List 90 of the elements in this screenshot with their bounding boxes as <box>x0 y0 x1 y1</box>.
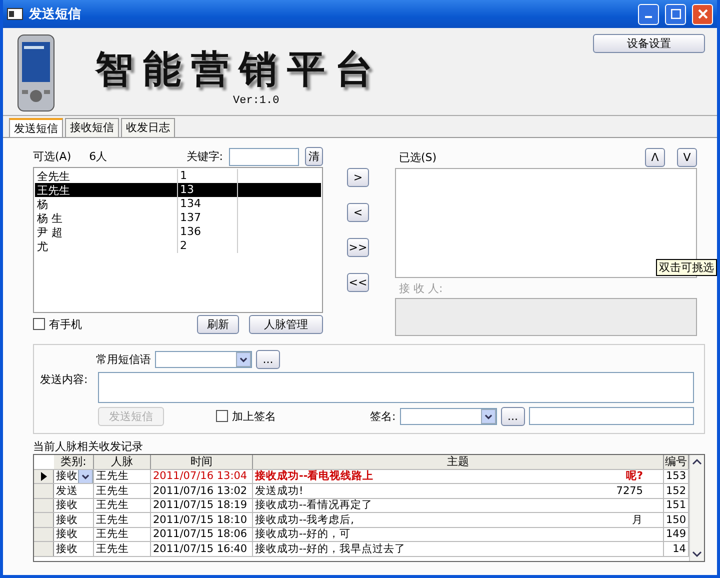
contact-phone: 13 <box>178 183 238 198</box>
contact-row[interactable]: 杨 134 <box>35 197 321 212</box>
phrase-label: 常用短信语 <box>96 352 151 366</box>
contact-name: 杨 <box>35 197 178 212</box>
contact-phone: 134 <box>178 197 238 212</box>
tooltip: 双击可挑选 <box>656 259 717 276</box>
contact-name: 王先生 <box>35 183 178 198</box>
move-button[interactable]: >> <box>347 238 369 257</box>
content-field[interactable] <box>98 372 694 403</box>
contact-name: 尤 <box>35 239 178 254</box>
subject-cell: 接收成功--我考虑后, 月 <box>253 513 664 526</box>
row-pointer-icon <box>40 472 46 481</box>
subject-cell: 接收成功--看情况再定了 <box>253 498 664 512</box>
phone-icon <box>17 34 55 112</box>
window-title: 发送短信 <box>29 6 82 23</box>
close-icon <box>698 9 708 19</box>
browse-button[interactable]: ... <box>256 350 280 368</box>
signature-check-label: 加上签名 <box>232 408 276 424</box>
time-cell: 2011/07/15 16:40 <box>151 542 253 556</box>
type-cell: 接收 <box>54 470 94 483</box>
move-button[interactable]: > <box>347 168 369 187</box>
row-header[interactable] <box>34 470 54 483</box>
available-label: 可选(A) <box>33 149 72 164</box>
minimize-button[interactable] <box>638 4 659 24</box>
subject-cell: 接收成功--好的，我早点过去了 <box>253 542 664 556</box>
column-header: 编号 <box>664 455 689 469</box>
clear-button[interactable]: 清 <box>305 147 323 166</box>
time-cell: 2011/07/15 18:10 <box>151 513 253 526</box>
signature-field[interactable] <box>528 407 694 425</box>
content-label: 发送内容: <box>40 372 89 388</box>
contact-name: 杨 生 <box>35 211 178 226</box>
contact-name: 尹 超 <box>35 225 178 240</box>
contact-phone: 2 <box>178 239 238 254</box>
contact-cell: 王先生 <box>94 528 151 541</box>
time-cell: 2011/07/16 13:02 <box>151 484 253 498</box>
keyword-label: 关键字: <box>186 149 223 164</box>
has-phone-label: 有手机 <box>49 316 82 332</box>
scrollbar[interactable] <box>689 455 704 561</box>
move-button[interactable]: << <box>347 273 369 292</box>
count-label: 6人 <box>89 149 108 164</box>
column-header: 类别: <box>54 455 94 469</box>
contact-cell: 王先生 <box>94 542 151 556</box>
version-label: Ver:1.0 <box>233 95 280 107</box>
app-logo: 智能营销平台 <box>95 45 383 93</box>
tab[interactable]: 接收短信 <box>65 118 119 137</box>
signature-browse-button[interactable]: ... <box>500 406 525 426</box>
type-cell: 接收 <box>54 513 94 526</box>
contact-phone: 136 <box>178 225 238 240</box>
tab[interactable]: 收发日志 <box>121 118 175 137</box>
log-title: 当前人脉相关收发记录 <box>33 438 143 454</box>
contact-row[interactable]: 尤 2 <box>35 239 321 254</box>
column-header: 人脉 <box>94 455 151 469</box>
time-cell: 2011/07/16 13:04 <box>151 470 253 483</box>
has-phone-checkbox[interactable] <box>33 318 45 330</box>
move-button[interactable]: < <box>347 203 369 222</box>
time-cell: 2011/07/15 18:06 <box>151 528 253 541</box>
window-icon <box>7 8 23 20</box>
column-header: 时间 <box>151 455 253 469</box>
signature-label: 签名: <box>370 408 396 424</box>
refresh-button[interactable]: 刷新 <box>197 314 239 334</box>
signature-checkbox[interactable] <box>216 410 228 422</box>
subject-cell: 发送成功! 7275 <box>253 484 664 498</box>
contact-phone: 137 <box>178 211 238 226</box>
selected-label: 已选(S) <box>399 150 437 164</box>
type-cell: 接收 <box>54 542 94 556</box>
contact-cell: 王先生 <box>94 470 151 483</box>
maximize-button[interactable] <box>665 4 686 24</box>
subject-cell: 接收成功--看电视线路上 呢? <box>253 470 664 483</box>
contact-row[interactable]: 王先生 13 <box>35 183 321 198</box>
type-cell: 接收 <box>54 498 94 512</box>
contact-row[interactable]: 尹 超 136 <box>35 225 321 240</box>
contacts-manage-button[interactable]: 人脉管理 <box>249 314 323 334</box>
type-cell: 发送 <box>54 484 94 498</box>
move-down-button[interactable]: V <box>677 148 697 166</box>
contact-cell: 王先生 <box>94 498 151 512</box>
tab[interactable]: 发送短信 <box>9 118 63 137</box>
column-header: 主题 <box>253 455 664 469</box>
contact-row[interactable]: 杨 生 137 <box>35 211 321 226</box>
type-dropdown-icon[interactable] <box>78 470 93 483</box>
contact-cell: 王先生 <box>94 484 151 498</box>
time-cell: 2011/07/15 18:19 <box>151 498 253 512</box>
maximize-icon <box>670 9 680 19</box>
device-settings-button[interactable]: 设备设置 <box>593 34 705 53</box>
type-cell: 接收 <box>54 528 94 541</box>
subject-cell: 接收成功--好的，可 <box>253 528 664 541</box>
keyword-field[interactable] <box>229 148 299 166</box>
contact-cell: 王先生 <box>94 513 151 526</box>
recipient-label: 接 收 人: <box>399 280 443 296</box>
close-button[interactable] <box>692 4 713 24</box>
move-up-button[interactable]: Λ <box>645 148 665 166</box>
